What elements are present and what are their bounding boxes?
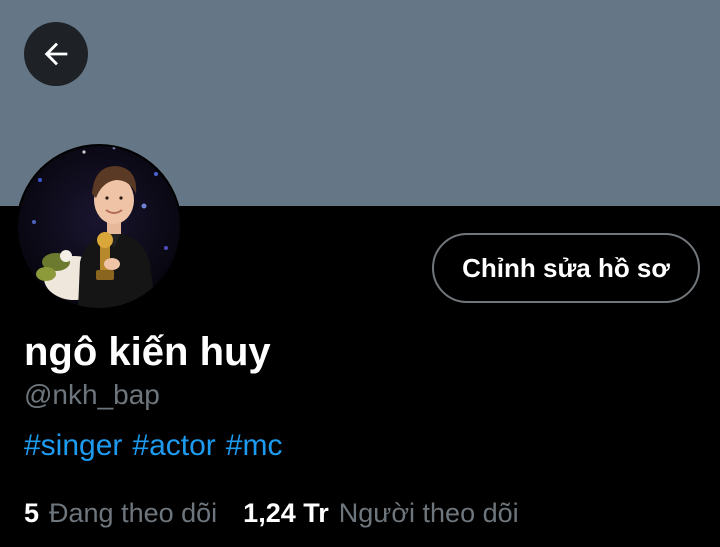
followers-label: Người theo dõi [338, 498, 519, 528]
hashtag-link[interactable]: #mc [226, 429, 283, 462]
follow-stats: 5 Đang theo dõi 1,24 Tr Người theo dõi [24, 496, 545, 530]
followers-count: 1,24 Tr [243, 498, 329, 528]
arrow-left-icon [39, 37, 73, 71]
followers-link[interactable]: 1,24 Tr Người theo dõi [243, 496, 518, 530]
hashtag-link[interactable]: #actor [132, 429, 215, 462]
username-handle: @nkh_bap [24, 379, 160, 410]
edit-profile-button[interactable]: Chỉnh sửa hồ sơ [432, 233, 700, 303]
following-link[interactable]: 5 Đang theo dõi [24, 496, 217, 530]
following-label: Đang theo dõi [49, 498, 218, 528]
profile-bio: #singer #actor #mc [24, 428, 292, 464]
back-button[interactable] [24, 22, 88, 86]
following-count: 5 [24, 498, 40, 528]
avatar[interactable] [16, 144, 182, 310]
display-name: ngô kiến huy [24, 330, 271, 374]
hashtag-link[interactable]: #singer [24, 429, 122, 462]
